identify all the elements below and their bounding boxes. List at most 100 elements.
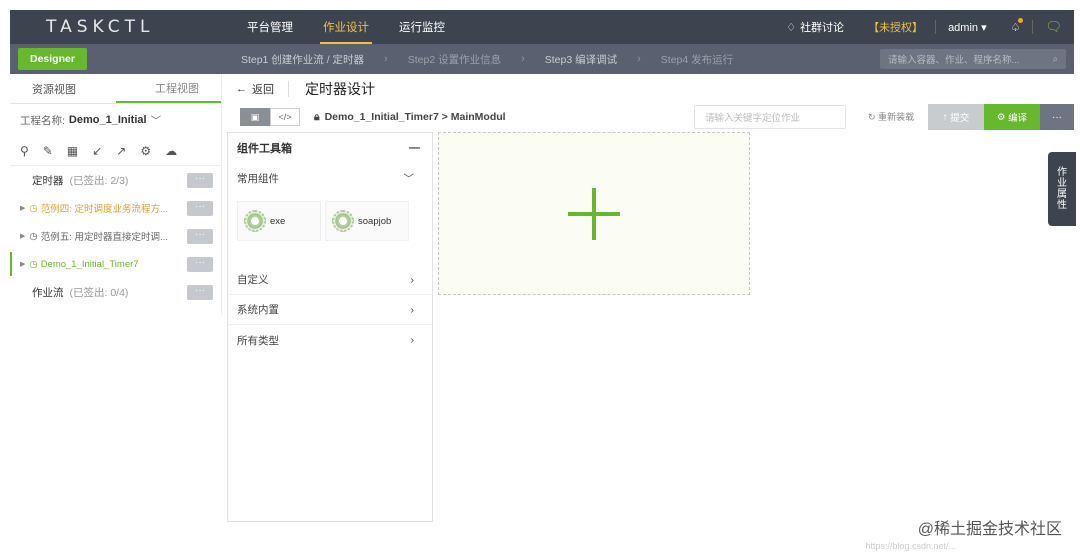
app-logo: TASKCTL bbox=[46, 17, 155, 37]
compile-button[interactable]: ⚙ 编译 bbox=[984, 104, 1040, 130]
watermark-url: https://blog.csdn.net/... bbox=[865, 541, 956, 551]
common-components: exe soapjob bbox=[228, 193, 432, 251]
chevron-right-icon: › bbox=[410, 334, 415, 346]
designer-button[interactable]: Designer bbox=[18, 48, 87, 70]
nav-job-design[interactable]: 作业设计 bbox=[308, 10, 384, 44]
triangle-right-icon[interactable]: ▶ bbox=[20, 204, 25, 212]
section-custom[interactable]: 自定义 › bbox=[228, 265, 432, 295]
more-button[interactable]: ··· bbox=[187, 200, 213, 216]
save-icon[interactable]: ▣ bbox=[240, 108, 270, 126]
refresh-icon: ↻ bbox=[868, 112, 876, 122]
tree-item-example5[interactable]: ▶ ◷ 范例五: 用定时器直接定时调... ··· bbox=[10, 222, 221, 250]
edit-icon[interactable]: ✎ bbox=[43, 144, 53, 158]
community-link[interactable]: ♢ 社群讨论 bbox=[774, 19, 856, 35]
triangle-right-icon[interactable]: ▶ bbox=[20, 232, 25, 240]
section-all-types[interactable]: 所有类型 › bbox=[228, 325, 432, 355]
code-icon[interactable]: </> bbox=[270, 108, 300, 126]
nav-run-monitor[interactable]: 运行监控 bbox=[384, 10, 460, 44]
more-button[interactable]: ··· bbox=[187, 172, 213, 188]
tree-item-demo-timer7[interactable]: ▶ ◷ Demo_1_Initial_Timer7 ··· bbox=[10, 250, 221, 278]
design-canvas[interactable] bbox=[438, 132, 750, 295]
flow-label: 作业流 bbox=[32, 286, 64, 299]
collapse-icon[interactable]: — bbox=[409, 142, 420, 154]
lock-icon: 🔒︎ bbox=[314, 110, 320, 123]
reload-button[interactable]: ↻ 重新装载 bbox=[868, 110, 914, 123]
bell-outline-icon: ♢ bbox=[786, 21, 797, 34]
component-soapjob[interactable]: soapjob bbox=[325, 201, 409, 241]
search-icon: ⌕ bbox=[1052, 53, 1058, 65]
component-gear-icon bbox=[332, 210, 354, 232]
more-button[interactable]: ··· bbox=[187, 284, 213, 300]
step-2[interactable]: Step2 设置作业信息 bbox=[406, 52, 503, 67]
notification-button[interactable]: ♤ bbox=[999, 17, 1033, 34]
more-actions-button[interactable]: ··· bbox=[1040, 104, 1074, 130]
component-toolbox: 组件工具箱 — 常用组件 ﹀ exe soapjob 自定义 › 系统内置 › … bbox=[227, 132, 433, 522]
step-bar: Designer Step1 创建作业流 / 定时器 › Step2 设置作业信… bbox=[10, 44, 1074, 74]
chevron-right-icon: › bbox=[410, 303, 415, 316]
user-menu[interactable]: admin ▾ bbox=[936, 21, 999, 34]
view-tabs: 资源视图 工程视图 bbox=[10, 74, 221, 104]
notification-dot bbox=[1018, 17, 1024, 23]
more-button[interactable]: ··· bbox=[187, 228, 213, 244]
nav-platform-management[interactable]: 平台管理 bbox=[232, 10, 308, 44]
timer-group[interactable]: 定时器 (已签出: 2/3) ··· bbox=[10, 166, 221, 194]
watermark: @稀土掘金技术社区 bbox=[917, 521, 1062, 538]
component-gear-icon bbox=[244, 210, 266, 232]
chevron-right-icon: › bbox=[384, 53, 388, 65]
tab-project-view[interactable]: 工程视图 bbox=[115, 74, 221, 103]
page-header: ← 返回 定时器设计 bbox=[222, 74, 1074, 104]
more-button[interactable]: ··· bbox=[187, 256, 213, 272]
project-selector[interactable]: 工程名称: Demo_1_Initial ﹀ bbox=[10, 104, 221, 136]
step-3[interactable]: Step3 编译调试 bbox=[543, 52, 619, 67]
arrow-up-icon: ↑ bbox=[942, 111, 951, 123]
chat-button[interactable]: 🗨 bbox=[1033, 19, 1074, 35]
arrow-left-icon: ← bbox=[236, 83, 247, 95]
submit-button[interactable]: ↑ 提交 bbox=[928, 104, 984, 130]
flow-group[interactable]: 作业流 (已签出: 0/4) ··· bbox=[10, 278, 221, 306]
calendar-icon[interactable]: ▦ bbox=[67, 144, 78, 158]
toolbox-header: 组件工具箱 — bbox=[228, 133, 432, 163]
locate-job-input[interactable]: 请输入关键字定位作业 bbox=[694, 105, 846, 129]
checkout-icon[interactable]: ↗ bbox=[116, 144, 126, 158]
top-navbar: TASKCTL 平台管理 作业设计 运行监控 ♢ 社群讨论 【未授权】 admi… bbox=[10, 10, 1074, 44]
chevron-right-icon: › bbox=[410, 273, 415, 286]
component-exe[interactable]: exe bbox=[237, 201, 321, 241]
job-properties-tab[interactable]: 作 业 属 性 bbox=[1048, 152, 1076, 226]
breadcrumb: 🔒︎ Demo_1_Initial_Timer7 > MainModul bbox=[314, 110, 506, 124]
main-nav: 平台管理 作业设计 运行监控 bbox=[232, 10, 460, 44]
tab-resource-view[interactable]: 资源视图 bbox=[10, 74, 116, 103]
timer-checkout-count: (已签出: 2/3) bbox=[69, 174, 129, 187]
tree-icon[interactable]: ⚲ bbox=[20, 144, 29, 158]
clock-icon: ◷ bbox=[29, 230, 38, 242]
step-4[interactable]: Step4 发布运行 bbox=[659, 52, 735, 67]
design-toolbar: ▣ </> 🔒︎ Demo_1_Initial_Timer7 > MainMod… bbox=[222, 104, 1074, 130]
clock-icon: ◷ bbox=[29, 258, 38, 270]
unauthorized-badge[interactable]: 【未授权】 bbox=[856, 19, 935, 35]
left-toolbar: ⚲ ✎ ▦ ↙ ↗ ⚙ ☁ bbox=[10, 136, 221, 166]
settings-icon[interactable]: ⚙ bbox=[140, 144, 151, 158]
timer-label: 定时器 bbox=[32, 174, 64, 187]
section-builtin[interactable]: 系统内置 › bbox=[228, 295, 432, 325]
chat-icon: 🗨 bbox=[1045, 19, 1062, 34]
gear-icon: ⚙ bbox=[996, 111, 1009, 123]
flow-checkout-count: (已签出: 0/4) bbox=[69, 286, 129, 299]
chevron-right-icon: › bbox=[521, 53, 525, 65]
search-placeholder: 请输入容器、作业、程序名称... bbox=[888, 55, 1020, 66]
clock-icon: ◷ bbox=[29, 202, 38, 214]
left-panel: 资源视图 工程视图 工程名称: Demo_1_Initial ﹀ ⚲ ✎ ▦ ↙… bbox=[10, 74, 222, 316]
step-1[interactable]: Step1 创建作业流 / 定时器 bbox=[239, 52, 366, 67]
add-icon[interactable] bbox=[568, 187, 620, 240]
bell-icon: ♤ bbox=[1011, 17, 1024, 34]
section-common[interactable]: 常用组件 ﹀ bbox=[228, 163, 432, 193]
triangle-right-icon[interactable]: ▶ bbox=[20, 260, 25, 268]
checkin-icon[interactable]: ↙ bbox=[92, 144, 102, 158]
cloud-upload-icon[interactable]: ☁ bbox=[165, 144, 177, 158]
tree-item-example4[interactable]: ▶ ◷ 范例四: 定时调度业务流程方... ··· bbox=[10, 194, 221, 222]
project-label: 工程名称: bbox=[20, 114, 65, 127]
top-right-actions: ♢ 社群讨论 【未授权】 admin ▾ ♤ 🗨 bbox=[774, 10, 1074, 44]
global-search-input[interactable]: 请输入容器、作业、程序名称... ⌕ bbox=[880, 49, 1066, 69]
chevron-right-icon: › bbox=[637, 53, 641, 65]
step-list: Step1 创建作业流 / 定时器 › Step2 设置作业信息 › Step3… bbox=[239, 52, 735, 67]
chevron-down-icon: ﹀ bbox=[403, 172, 415, 185]
back-button[interactable]: ← 返回 bbox=[236, 81, 289, 97]
